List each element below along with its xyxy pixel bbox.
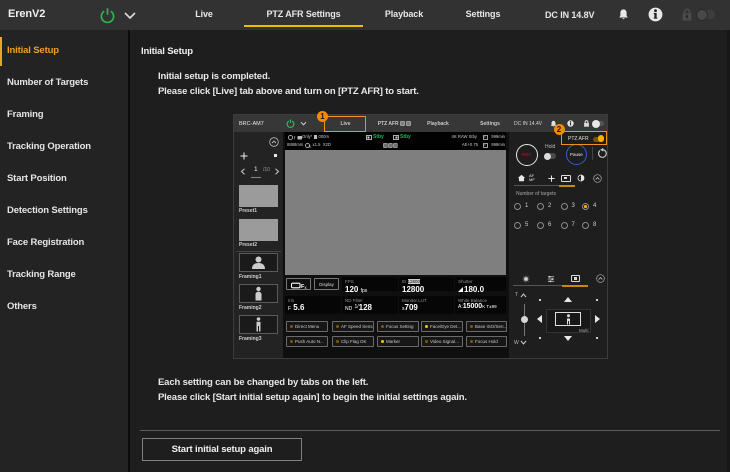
svg-text:f: f xyxy=(294,135,296,140)
svg-text:x: x xyxy=(305,284,308,288)
svg-text:%: % xyxy=(308,144,310,147)
